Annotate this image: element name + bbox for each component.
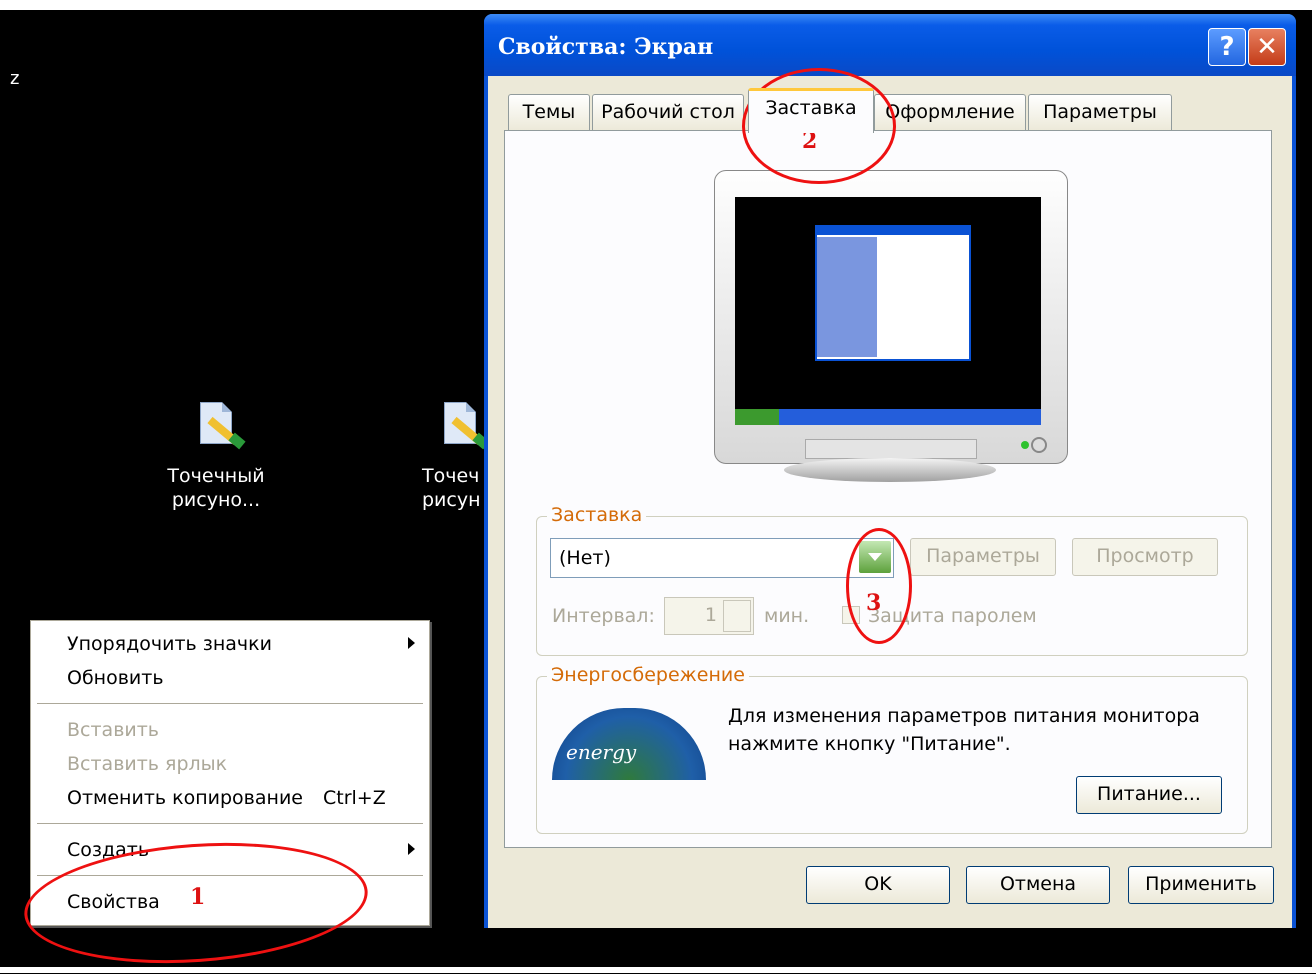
interval-spinner[interactable]: 1 — [664, 597, 754, 635]
spinner-arrows-icon[interactable] — [723, 600, 751, 632]
interval-label: Интервал: — [552, 605, 655, 627]
monitor-panel — [805, 439, 977, 459]
screen-border-top — [0, 0, 1316, 10]
screen-border-bottom — [0, 967, 1316, 973]
desktop-icon-label: Точеч рисун — [422, 465, 481, 511]
screensaver-settings-button[interactable]: Параметры — [910, 538, 1056, 576]
menu-shortcut: Ctrl+Z — [323, 787, 386, 809]
menu-item-arrange-icons[interactable]: Упорядочить значки — [67, 633, 272, 655]
desktop-icon-label: Точечный рисуно... — [167, 465, 265, 511]
screensaver-select[interactable]: (Нет) — [550, 538, 894, 578]
interval-value: 1 — [704, 604, 717, 626]
cancel-button[interactable]: Отмена — [966, 866, 1110, 904]
monitor-preview — [714, 170, 1068, 464]
submenu-arrow-icon — [408, 843, 415, 855]
screensaver-preview-button[interactable]: Просмотр — [1072, 538, 1218, 576]
power-description: Для изменения параметров питания монитор… — [728, 702, 1200, 758]
power-button[interactable]: Питание... — [1076, 776, 1222, 814]
menu-item-undo-copy[interactable]: Отменить копирование Ctrl+Z — [67, 787, 386, 809]
dialog-title: Свойства: Экран — [498, 34, 714, 60]
screen-border-right — [1312, 0, 1316, 973]
stray-text: z — [10, 68, 20, 89]
submenu-arrow-icon — [408, 637, 415, 649]
menu-item-paste: Вставить — [67, 719, 160, 741]
desktop-icon-bitmap-2[interactable]: Точеч рисун — [412, 402, 484, 512]
tab-settings[interactable]: Параметры — [1028, 94, 1172, 131]
monitor-stand — [784, 458, 996, 482]
group-label: Энергосбережение — [547, 664, 749, 686]
close-button[interactable]: ✕ — [1248, 28, 1286, 66]
annotation-number: 3 — [866, 590, 882, 616]
power-led-icon — [1021, 441, 1029, 449]
tab-desktop[interactable]: Рабочий стол — [592, 94, 744, 131]
power-knob-icon — [1031, 437, 1047, 453]
select-value: (Нет) — [559, 547, 611, 569]
preview-taskbar — [735, 409, 1041, 425]
desktop-icon-bitmap-1[interactable]: Точечный рисуно... — [156, 402, 276, 512]
tab-screensaver[interactable]: Заставка — [748, 88, 874, 133]
tab-themes[interactable]: Темы — [508, 94, 590, 131]
annotation-ellipse-3 — [846, 528, 912, 644]
help-button[interactable]: ? — [1208, 28, 1246, 66]
interval-unit: мин. — [764, 605, 810, 627]
annotation-number: 1 — [190, 884, 206, 910]
group-label: Заставка — [547, 504, 647, 526]
menu-separator — [37, 703, 423, 704]
title-bar[interactable]: Свойства: Экран ? ✕ — [484, 14, 1296, 76]
power-description-line: нажмите кнопку "Питание". — [728, 733, 1011, 755]
menu-item-paste-shortcut: Вставить ярлык — [67, 753, 228, 775]
menu-separator — [37, 823, 423, 824]
ok-button[interactable]: OK — [806, 866, 950, 904]
tab-appearance[interactable]: Оформление — [874, 94, 1026, 131]
power-description-line: Для изменения параметров питания монитор… — [728, 705, 1200, 727]
apply-button[interactable]: Применить — [1128, 866, 1274, 904]
preview-window — [815, 225, 971, 361]
energy-logo-text: energy — [566, 740, 637, 764]
menu-item-refresh[interactable]: Обновить — [67, 667, 164, 689]
preview-screen — [735, 197, 1041, 425]
paint-document-icon — [192, 402, 246, 454]
preview-start-button — [735, 409, 779, 425]
paint-document-icon — [436, 402, 484, 454]
